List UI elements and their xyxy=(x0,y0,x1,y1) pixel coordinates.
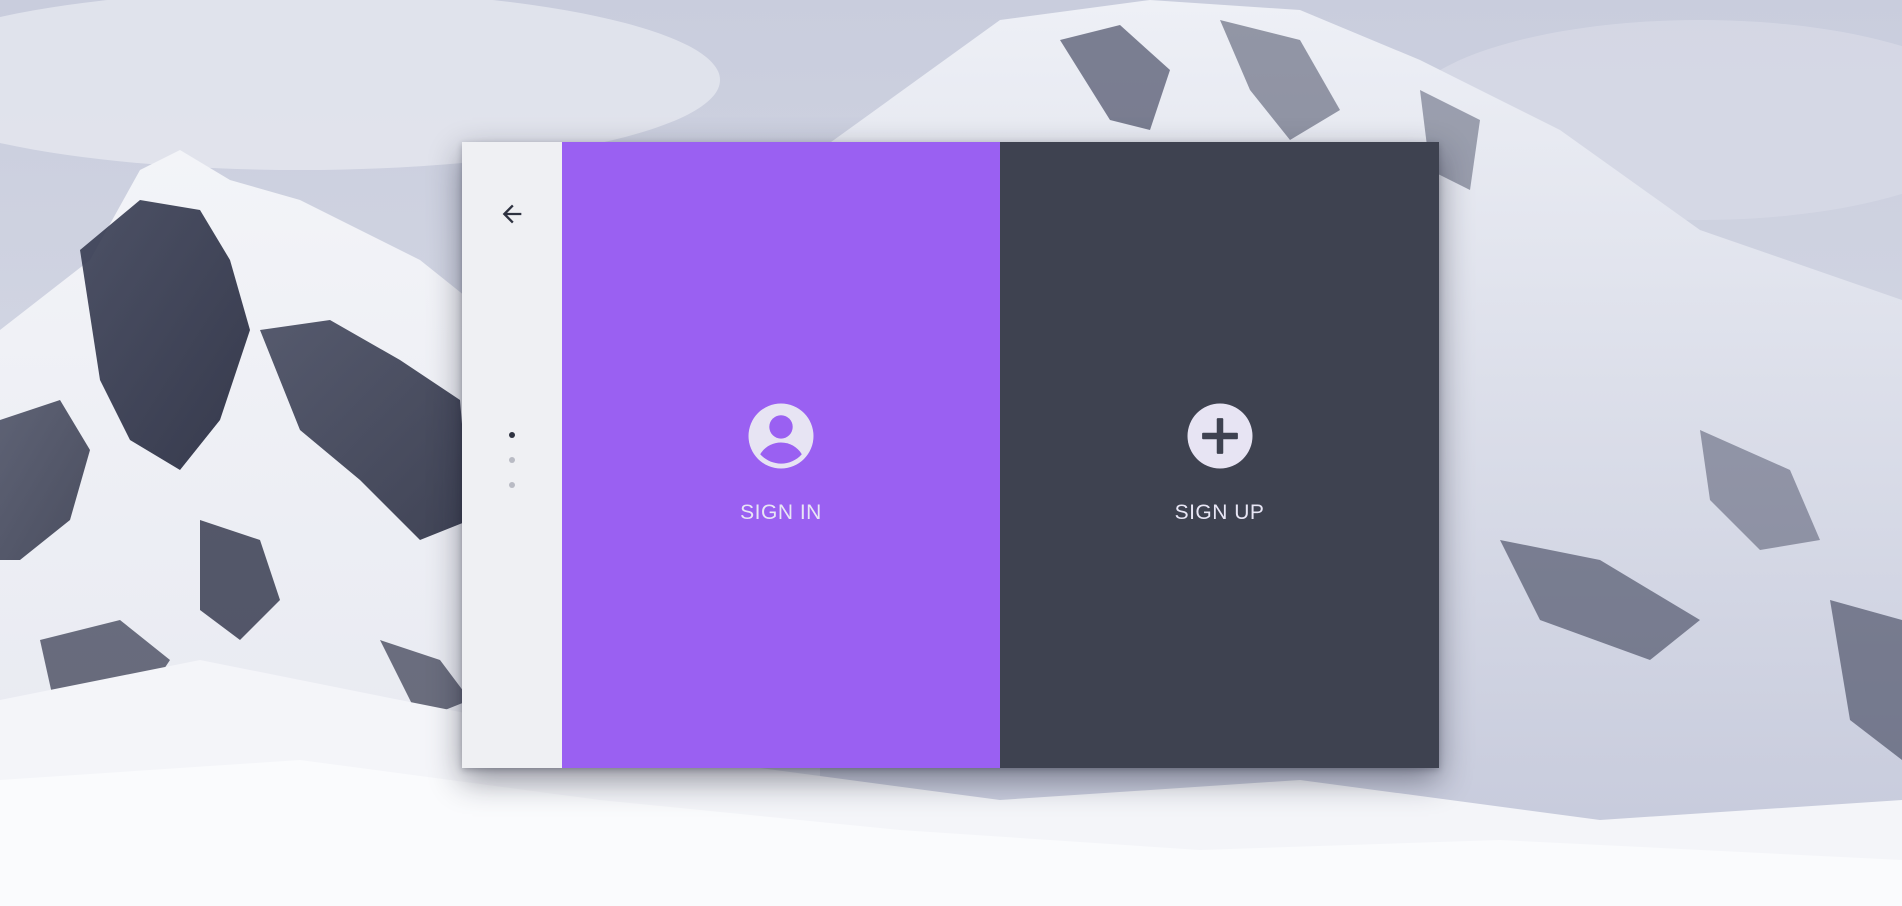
sign-up-label: SIGN UP xyxy=(1174,501,1265,524)
add-circle-icon xyxy=(1187,403,1252,469)
step-dot-2[interactable] xyxy=(509,457,515,463)
auth-card: SIGN IN SIGN UP xyxy=(462,142,1439,768)
arrow-left-icon xyxy=(502,204,522,224)
step-dot-1[interactable] xyxy=(509,432,515,438)
back-button[interactable] xyxy=(492,194,532,234)
side-rail xyxy=(462,142,562,768)
app-screen: SIGN IN SIGN UP xyxy=(0,0,1902,906)
account-circle-icon xyxy=(748,403,814,469)
sign-up-option[interactable]: SIGN UP xyxy=(1000,142,1439,768)
sign-in-label: SIGN IN xyxy=(740,501,822,524)
sign-in-option[interactable]: SIGN IN xyxy=(562,142,1000,768)
step-dot-3[interactable] xyxy=(509,482,515,488)
step-indicator xyxy=(462,432,562,488)
